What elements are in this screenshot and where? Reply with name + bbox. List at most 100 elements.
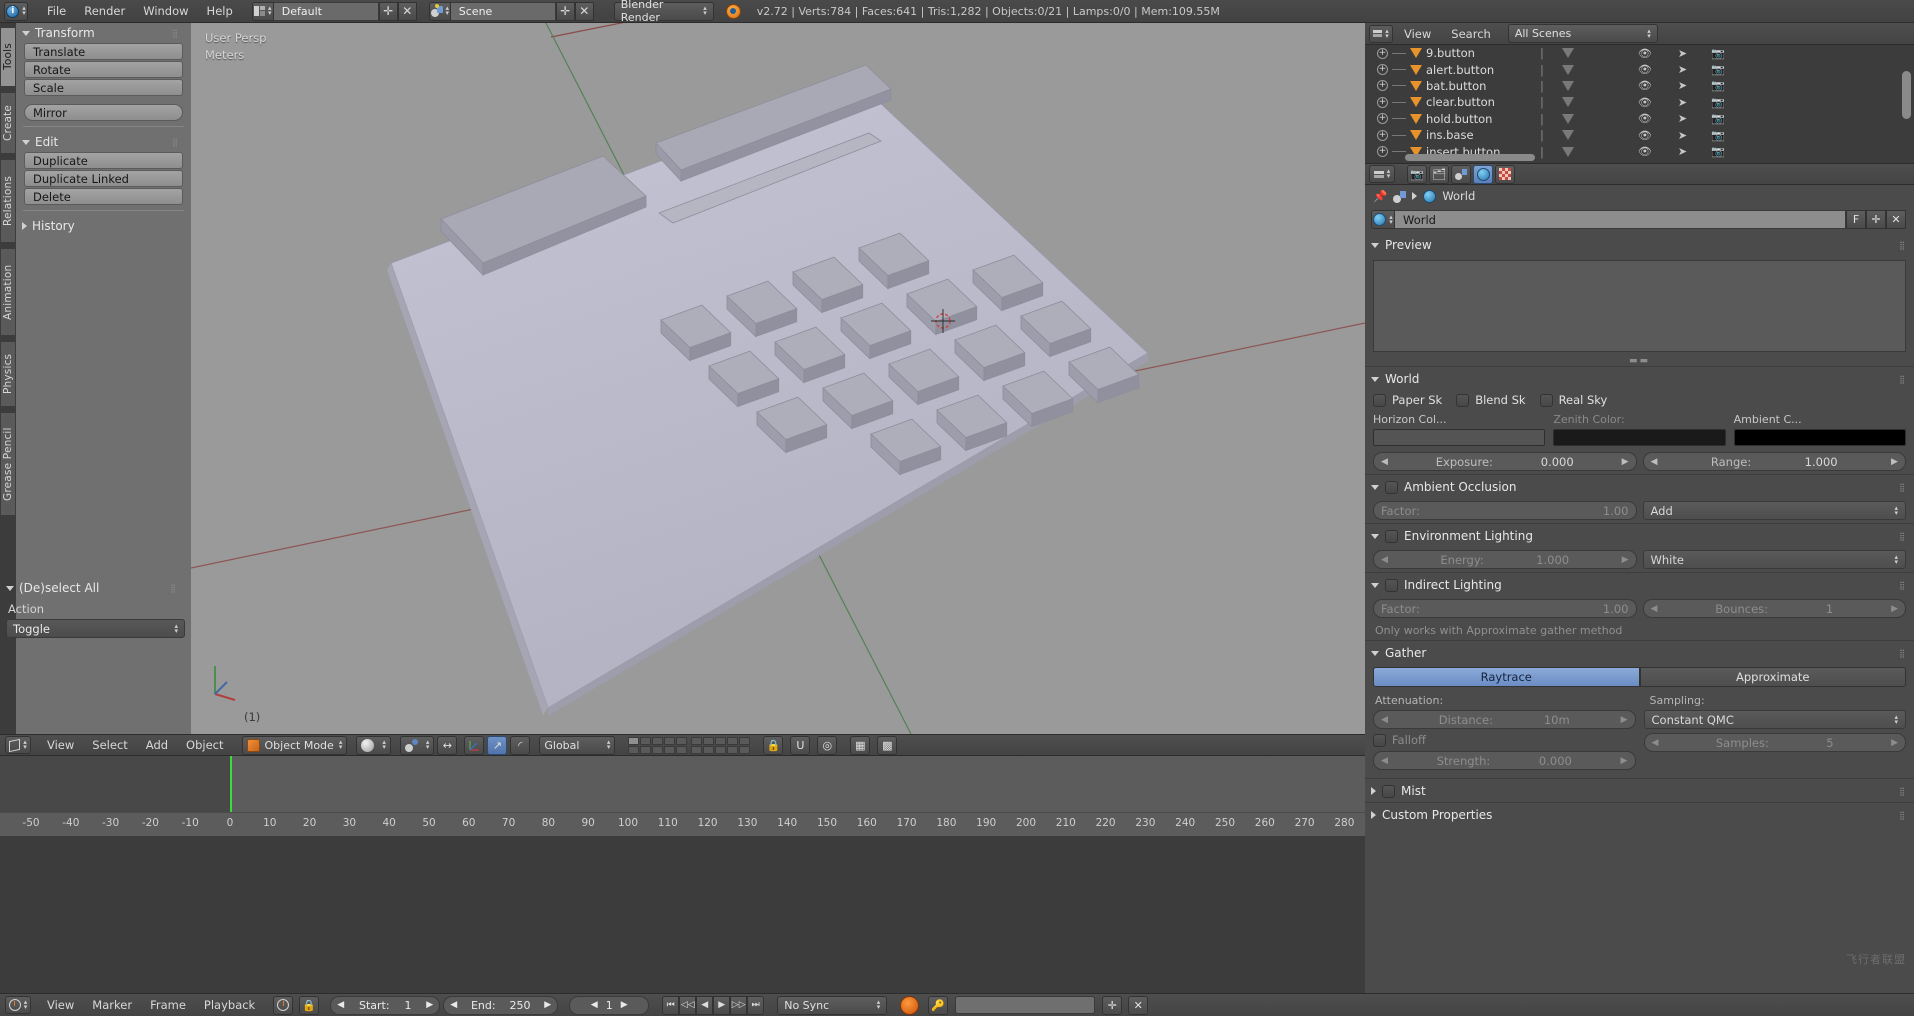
layer-cell[interactable] [628, 745, 640, 754]
visibility-eye-icon[interactable]: 👁 [1638, 129, 1652, 142]
selectable-cursor-icon[interactable]: ➤ [1678, 63, 1687, 76]
selectable-cursor-icon[interactable]: ➤ [1678, 47, 1687, 60]
panel-header-gather[interactable]: Gather ⣿ [1365, 640, 1914, 664]
unlink-world-button[interactable]: ✕ [1886, 210, 1906, 229]
layer-cell[interactable] [691, 745, 703, 754]
visibility-eye-icon[interactable]: 👁 [1638, 63, 1652, 76]
checkbox-ambient-occlusion[interactable] [1385, 480, 1398, 494]
play-reverse-button[interactable]: ◀ [696, 995, 714, 1015]
outliner-row[interactable]: + hold.button | 👁 ➤ 📷 [1365, 111, 1914, 127]
layer-cell[interactable] [652, 736, 664, 745]
layer-cell[interactable] [727, 745, 739, 754]
jump-to-start-button[interactable]: ⏮ [662, 995, 680, 1015]
scene-selector[interactable]: ▴ ▾ Scene ✛ ✕ [428, 1, 594, 21]
field-indirect-bounces[interactable]: ◀ Bounces: 1 ▶ [1642, 599, 1906, 618]
checkbox-mist[interactable] [1382, 784, 1395, 798]
layer-cell[interactable] [739, 745, 751, 754]
operator-action-dropdown[interactable]: Toggle ▴ ▾ [6, 619, 185, 638]
tool-button-mirror[interactable]: Mirror [24, 104, 183, 121]
viewport-menu-object[interactable]: Object [177, 734, 232, 756]
dropdown-sampling-type[interactable]: Constant QMC ▴ ▾ [1643, 710, 1906, 729]
viewport-shading-selector[interactable]: ▴ ▾ [356, 735, 391, 755]
blender-logo-icon[interactable]: i ▴ ▾ [4, 1, 28, 21]
expand-toggle-icon[interactable]: + [1377, 64, 1388, 76]
tool-button-duplicate-linked[interactable]: Duplicate Linked [24, 170, 183, 187]
sync-mode-selector[interactable]: No Sync ▴ ▾ [777, 995, 888, 1015]
checkbox-environment-lighting[interactable] [1385, 529, 1398, 543]
next-keyframe-button[interactable]: ▷▷ [730, 995, 748, 1015]
timeline-menu-marker[interactable]: Marker [83, 994, 141, 1016]
visibility-eye-icon[interactable]: 👁 [1638, 145, 1652, 158]
tool-tab-tools[interactable]: Tools [0, 27, 16, 87]
editor-type-icon[interactable]: ▴ ▾ [1369, 165, 1395, 183]
swatch-ambient-color[interactable] [1733, 429, 1906, 446]
outliner-row[interactable]: + alert.button | 👁 ➤ 📷 [1365, 61, 1914, 77]
keying-set-icon[interactable]: 🔑 [928, 995, 949, 1015]
manipulator-translate-icon[interactable] [464, 735, 485, 755]
panel-header-ambient-occlusion[interactable]: Ambient Occlusion ⣿ [1365, 474, 1914, 498]
checkbox-falloff[interactable]: Falloff [1365, 731, 1640, 749]
editor-type-icon[interactable]: ▴ ▾ [5, 996, 31, 1014]
renderable-camera-icon[interactable]: 📷 [1711, 96, 1725, 109]
fake-user-button[interactable]: F [1846, 210, 1866, 229]
outliner-horizontal-scrollbar[interactable] [1405, 154, 1535, 161]
tool-tab-create[interactable]: Create [0, 92, 16, 154]
outliner-row[interactable]: + ins.base | 👁 ➤ 📷 [1365, 127, 1914, 143]
context-tab-world-icon[interactable] [1473, 164, 1493, 184]
timeline-menu-frame[interactable]: Frame [141, 994, 195, 1016]
layer-group-right[interactable] [691, 736, 751, 754]
tool-tab-physics[interactable]: Physics [0, 341, 16, 407]
layer-cell[interactable] [703, 736, 715, 745]
layer-group-left[interactable] [628, 736, 688, 754]
add-scene-button[interactable]: ✛ [555, 1, 575, 21]
renderable-camera-icon[interactable]: 📷 [1711, 129, 1725, 142]
panel-header-edit[interactable]: Edit ⣿ [16, 132, 191, 152]
record-button[interactable] [900, 995, 920, 1015]
field-end-frame[interactable]: ◀ End: 250 ▶ [443, 995, 559, 1015]
panel-header-preview[interactable]: Preview ⣿ [1365, 233, 1914, 256]
checkbox-paper-sky[interactable]: Paper Sk [1373, 393, 1442, 407]
screen-layout-selector[interactable]: ▴ ▾ Default ✛ ✕ [251, 1, 417, 21]
tool-tab-relations[interactable]: Relations [0, 159, 16, 243]
renderable-camera-icon[interactable]: 📷 [1711, 63, 1725, 76]
manipulator-rotate-icon[interactable]: ↗ [487, 735, 508, 755]
outliner-tree[interactable]: +9.button | 👁 ➤ 📷 + alert.button | 👁 ➤ 📷 + bat.butto… [1365, 45, 1914, 163]
renderable-camera-icon[interactable]: 📷 [1711, 145, 1725, 158]
selectable-cursor-icon[interactable]: ➤ [1678, 145, 1687, 158]
scene-name[interactable]: Scene [450, 1, 556, 21]
add-screen-layout-button[interactable]: ✛ [378, 1, 398, 21]
gather-method-raytrace[interactable]: Raytrace [1373, 667, 1640, 687]
panel-header-custom-properties[interactable]: Custom Properties ⣿ [1365, 802, 1914, 826]
pivot-point-selector[interactable]: ▴ ▾ [399, 735, 435, 755]
layer-cell[interactable] [640, 736, 652, 745]
layer-cell[interactable] [652, 745, 664, 754]
swatch-zenith-color[interactable] [1553, 429, 1726, 446]
manipulator-toggle-button[interactable]: ↔ [437, 735, 458, 755]
gather-method-approximate[interactable]: Approximate [1639, 667, 1906, 687]
outliner-menu-search[interactable]: Search [1442, 23, 1500, 45]
renderable-camera-icon[interactable]: 📷 [1711, 112, 1725, 125]
field-start-frame[interactable]: ◀ Start: 1 ▶ [330, 995, 441, 1015]
layer-cell[interactable] [727, 736, 739, 745]
expand-toggle-icon[interactable]: + [1377, 113, 1388, 125]
field-gather-samples[interactable]: ◀ Samples: 5 ▶ [1643, 733, 1906, 752]
manipulator-scale-icon[interactable]: ◜ [510, 735, 531, 755]
timeline-track-area[interactable] [0, 756, 1365, 812]
panel-header-environment-lighting[interactable]: Environment Lighting ⣿ [1365, 523, 1914, 547]
tool-tab-animation[interactable]: Animation [0, 248, 16, 336]
layer-cell[interactable] [664, 745, 676, 754]
checkbox-blend-sky[interactable]: Blend Sk [1456, 393, 1526, 407]
timeline-ruler[interactable]: -50 -40 -30 -20 -10 0 10 20 30 40 50 60 70 80 90 100 110… [0, 812, 1365, 836]
lock-camera-icon[interactable]: 🔒 [763, 735, 784, 755]
field-range[interactable]: ◀ Range: 1.000 ▶ [1642, 452, 1906, 471]
3d-viewport[interactable]: User Persp Meters (1) [191, 23, 1365, 734]
layer-cell[interactable] [715, 745, 727, 754]
checkbox-indirect-lighting[interactable] [1385, 578, 1398, 592]
viewport-menu-view[interactable]: View [38, 734, 83, 756]
context-tab-scene-icon[interactable] [1451, 164, 1471, 184]
panel-header-world[interactable]: World ⣿ [1365, 366, 1914, 390]
visibility-eye-icon[interactable]: 👁 [1638, 79, 1652, 92]
world-icon[interactable]: ▴ ▾ [1371, 210, 1395, 229]
outliner-row[interactable]: +9.button | 👁 ➤ 📷 [1365, 45, 1914, 61]
tool-tab-grease-pencil[interactable]: Grease Pencil [0, 412, 16, 516]
